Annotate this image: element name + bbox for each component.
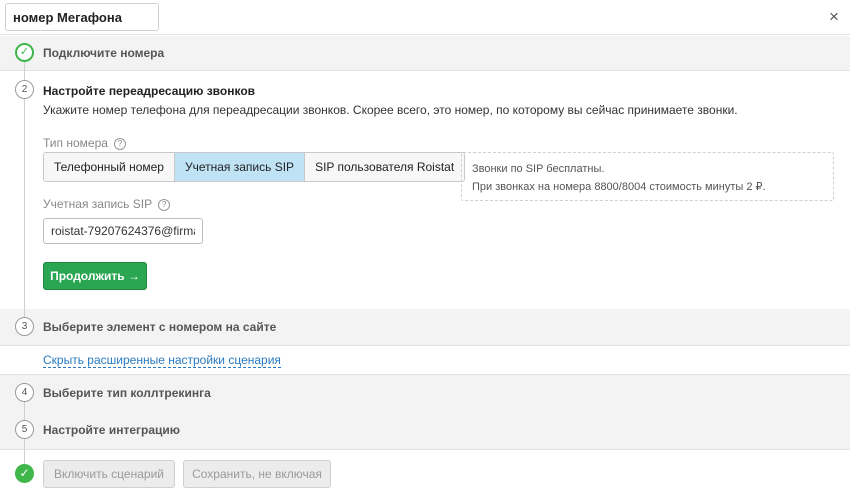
sip-account-label: Учетная запись SIP? [43, 197, 171, 211]
sip-account-label-text: Учетная запись SIP [43, 197, 153, 211]
step-2-description: Укажите номер телефона для переадресации… [43, 103, 738, 117]
step-4-title[interactable]: Выберите тип коллтрекинга [43, 386, 211, 400]
step-1-title[interactable]: Подключите номера [43, 46, 164, 60]
sip-account-input[interactable] [43, 218, 203, 244]
divider [0, 70, 850, 71]
enable-scenario-button[interactable]: Включить сценарий [43, 460, 175, 488]
step-5-number: 5 [15, 420, 34, 439]
note-line-2: При звонках на номера 8800/8004 стоимост… [472, 181, 766, 193]
step-3-number: 3 [15, 317, 34, 336]
help-icon[interactable]: ? [113, 138, 126, 150]
divider [0, 449, 850, 450]
step-4-number: 4 [15, 383, 34, 402]
option-roistat-sip[interactable]: SIP пользователя Roistat [305, 153, 465, 181]
number-type-label: Тип номера? [43, 136, 126, 150]
step-3-title[interactable]: Выберите элемент с номером на сайте [43, 320, 276, 334]
divider [0, 345, 850, 346]
sip-info-note: Звонки по SIP бесплатны. При звонках на … [461, 152, 834, 201]
note-line-1: Звонки по SIP бесплатны. [472, 163, 605, 175]
continue-button[interactable]: Продолжить → [43, 262, 147, 290]
save-without-enabling-button[interactable]: Сохранить, не включая [183, 460, 331, 488]
option-sip-account[interactable]: Учетная запись SIP [174, 153, 306, 181]
option-phone-number[interactable]: Телефонный номер [44, 153, 175, 181]
scenario-name-input[interactable] [5, 3, 159, 31]
hide-advanced-settings-link[interactable]: Скрыть расширенные настройки сценария [43, 353, 281, 368]
step-2-title: Настройте переадресацию звонков [43, 84, 256, 98]
enable-check-icon: ✓ [15, 464, 34, 483]
step-2-number: 2 [15, 80, 34, 99]
step-5-title[interactable]: Настройте интеграцию [43, 423, 180, 437]
close-icon[interactable]: × [826, 7, 842, 27]
help-icon[interactable]: ? [158, 199, 171, 211]
step-1-done-icon: ✓ [15, 43, 34, 62]
number-type-label-text: Тип номера [43, 136, 108, 150]
number-type-selector: Телефонный номер Учетная запись SIP SIP … [43, 152, 466, 182]
timeline-line [24, 60, 25, 330]
